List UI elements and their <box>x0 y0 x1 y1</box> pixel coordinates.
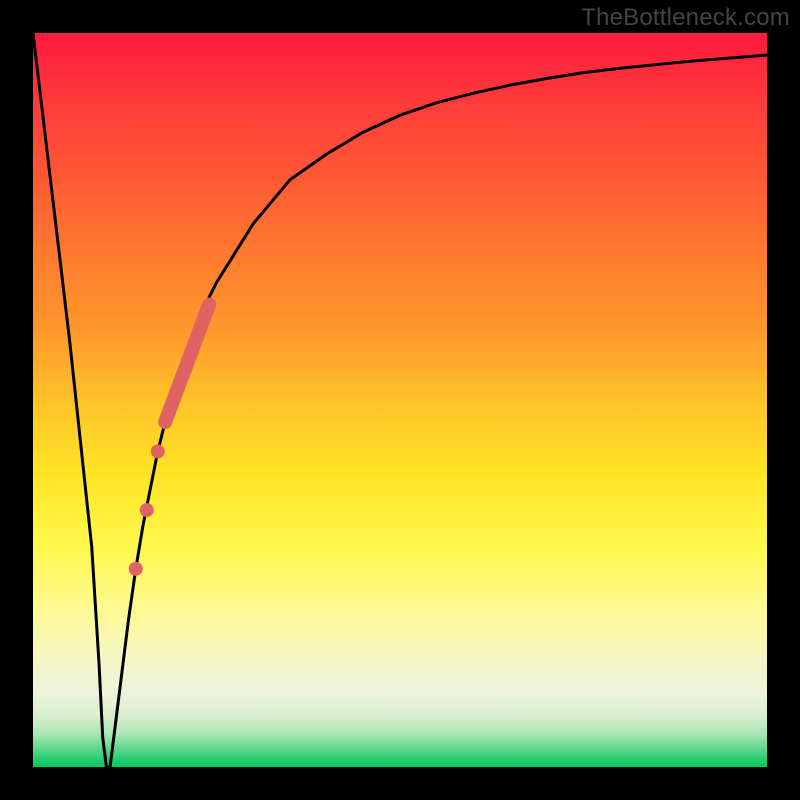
watermark-text: TheBottleneck.com <box>581 4 790 32</box>
chart-plot-area <box>33 33 767 767</box>
marker-dot <box>129 562 143 576</box>
marker-dot <box>140 503 154 517</box>
marker-dot <box>151 444 165 458</box>
chart-root: TheBottleneck.com <box>0 0 800 800</box>
chart-svg <box>0 0 800 800</box>
